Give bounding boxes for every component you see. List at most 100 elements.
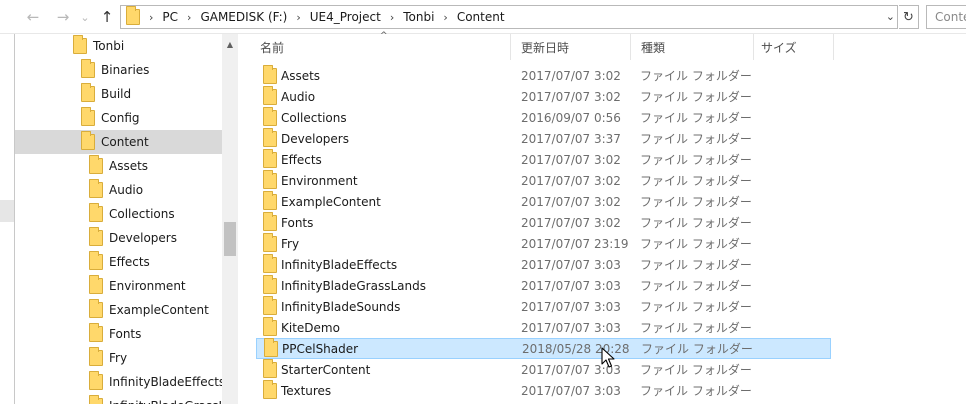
frame-edge bbox=[0, 200, 14, 222]
file-row[interactable]: Assets 2017/07/07 3:02 ファイル フォルダー bbox=[256, 64, 831, 86]
file-row[interactable]: Fonts 2017/07/07 3:02 ファイル フォルダー bbox=[256, 211, 831, 233]
folder-icon bbox=[263, 127, 277, 147]
breadcrumb-separator-icon[interactable]: › bbox=[187, 11, 191, 24]
column-headers: 名前 更新日時 種類 サイズ bbox=[244, 34, 966, 60]
tree-item-label: Fonts bbox=[109, 327, 142, 341]
tree-item[interactable]: Assets bbox=[15, 154, 223, 178]
back-button[interactable]: ← bbox=[22, 6, 44, 28]
file-name: InfinityBladeGrassLands bbox=[281, 278, 426, 293]
folder-icon bbox=[263, 169, 277, 189]
tree-item-label: Build bbox=[101, 87, 132, 101]
column-header-date[interactable]: 更新日時 bbox=[521, 34, 569, 60]
column-header-type[interactable]: 種類 bbox=[641, 34, 665, 60]
file-row[interactable]: Audio 2017/07/07 3:02 ファイル フォルダー bbox=[256, 85, 831, 107]
breadcrumb-item[interactable]: Tonbi bbox=[403, 10, 434, 24]
forward-button[interactable]: → bbox=[52, 6, 74, 28]
mouse-cursor-icon bbox=[601, 347, 615, 368]
tree-item-label: Collections bbox=[109, 207, 175, 221]
file-name: Assets bbox=[281, 68, 321, 83]
navigation-tree: Tonbi Binaries Build Config Content Assets Aud… bbox=[14, 34, 238, 404]
folder-icon bbox=[263, 295, 277, 315]
file-date: 2016/09/07 0:56 bbox=[521, 110, 621, 125]
tree-item[interactable]: Build bbox=[15, 82, 223, 106]
folder-icon bbox=[126, 6, 140, 25]
breadcrumb-separator-icon[interactable]: › bbox=[390, 11, 394, 24]
file-date: 2017/07/07 3:03 bbox=[521, 320, 621, 335]
breadcrumb-item[interactable]: UE4_Project bbox=[310, 10, 381, 24]
breadcrumb-item[interactable]: GAMEDISK (F:) bbox=[200, 10, 287, 24]
breadcrumb-separator-icon[interactable]: › bbox=[443, 11, 447, 24]
folder-icon bbox=[81, 107, 95, 126]
tree-item[interactable]: InfinityBladeEffects bbox=[15, 370, 225, 394]
tree-item[interactable]: Fonts bbox=[15, 322, 223, 346]
folder-icon bbox=[263, 274, 277, 294]
up-button[interactable]: ↑ bbox=[96, 6, 118, 28]
tree-item[interactable]: Environment bbox=[15, 274, 223, 298]
file-row[interactable]: Developers 2017/07/07 3:37 ファイル フォルダー bbox=[256, 127, 831, 149]
tree-scrollbar[interactable]: ▲ bbox=[222, 34, 238, 404]
recent-locations-button[interactable]: ⌄ bbox=[78, 6, 92, 28]
tree-item-label: Developers bbox=[109, 231, 177, 245]
file-date: 2017/07/07 3:03 bbox=[521, 383, 621, 398]
file-row[interactable]: ExampleContent 2017/07/07 3:02 ファイル フォルダー bbox=[256, 190, 831, 212]
scrollbar-thumb[interactable] bbox=[224, 222, 236, 256]
tree-item[interactable]: ExampleContent bbox=[15, 298, 223, 322]
address-bar[interactable]: › PC › GAMEDISK (F:) › UE4_Project › Tonbi › Cont… bbox=[120, 5, 898, 29]
breadcrumb-item[interactable]: PC bbox=[162, 10, 178, 24]
column-divider[interactable] bbox=[630, 34, 631, 60]
file-name: InfinityBladeEffects bbox=[281, 257, 398, 272]
column-divider[interactable] bbox=[510, 34, 511, 60]
tree-item[interactable]: Content bbox=[15, 130, 223, 154]
breadcrumb: › PC › GAMEDISK (F:) › UE4_Project › Tonbi › Cont… bbox=[140, 10, 505, 24]
search-input[interactable]: Conte bbox=[926, 5, 966, 29]
file-type: ファイル フォルダー bbox=[640, 69, 752, 83]
tree-item[interactable]: Audio bbox=[15, 178, 223, 202]
file-row[interactable]: InfinityBladeSounds 2017/07/07 3:03 ファイル フ… bbox=[256, 295, 831, 317]
file-name: InfinityBladeSounds bbox=[281, 299, 401, 314]
file-row[interactable]: Collections 2016/09/07 0:56 ファイル フォルダー bbox=[256, 106, 831, 128]
folder-icon bbox=[89, 155, 103, 174]
scroll-up-icon[interactable]: ▲ bbox=[222, 40, 238, 49]
breadcrumb-item[interactable]: Content bbox=[457, 10, 505, 24]
back-arrow-icon: ← bbox=[26, 8, 40, 26]
column-divider[interactable] bbox=[833, 34, 834, 60]
folder-icon bbox=[89, 203, 103, 222]
tree-item[interactable]: Binaries bbox=[15, 58, 223, 82]
address-dropdown-icon[interactable]: ⌄ bbox=[886, 10, 895, 23]
folder-icon bbox=[89, 347, 103, 366]
file-row[interactable]: InfinityBladeEffects 2017/07/07 3:03 ファイル … bbox=[256, 253, 831, 275]
breadcrumb-separator-icon[interactable]: › bbox=[149, 11, 153, 24]
tree-item[interactable]: Developers bbox=[15, 226, 223, 250]
tree-item[interactable]: Config bbox=[15, 106, 223, 130]
file-row[interactable]: PPCelShader 2018/05/28 20:28 ファイル フォルダー bbox=[256, 337, 831, 359]
file-row[interactable]: InfinityBladeGrassLands 2017/07/07 3:03 ファ… bbox=[256, 274, 831, 296]
file-row[interactable]: Environment 2017/07/07 3:02 ファイル フォルダー bbox=[256, 169, 831, 191]
tree-item[interactable]: InfinityBladeGrassLands bbox=[15, 394, 238, 404]
column-header-name[interactable]: 名前 bbox=[260, 34, 284, 60]
folder-icon bbox=[263, 253, 277, 273]
folder-icon bbox=[263, 106, 277, 126]
file-row[interactable]: StarterContent 2017/07/07 3:03 ファイル フォルダー bbox=[256, 358, 831, 380]
file-row[interactable]: Fry 2017/07/07 23:19 ファイル フォルダー bbox=[256, 232, 831, 254]
file-name: ExampleContent bbox=[281, 194, 381, 209]
tree-item[interactable]: Effects bbox=[15, 250, 223, 274]
file-row[interactable]: KiteDemo 2017/07/07 3:03 ファイル フォルダー bbox=[256, 316, 831, 338]
refresh-icon: ↻ bbox=[903, 9, 914, 25]
column-divider[interactable] bbox=[753, 34, 754, 60]
tree-item[interactable]: Collections bbox=[15, 202, 223, 226]
tree-item[interactable]: Fry bbox=[15, 346, 223, 370]
breadcrumb-separator-icon[interactable]: › bbox=[296, 11, 300, 24]
sort-ascending-icon: ^ bbox=[380, 31, 388, 41]
file-date: 2017/07/07 3:02 bbox=[521, 89, 621, 104]
file-type: ファイル フォルダー bbox=[640, 195, 752, 209]
tree-item-label: Effects bbox=[109, 255, 150, 269]
file-row[interactable]: Textures 2017/07/07 3:03 ファイル フォルダー bbox=[256, 379, 831, 401]
column-header-size[interactable]: サイズ bbox=[761, 34, 797, 60]
file-name: StarterContent bbox=[281, 362, 371, 377]
file-date: 2017/07/07 3:02 bbox=[521, 215, 621, 230]
tree-item[interactable]: Tonbi bbox=[15, 34, 223, 58]
file-row[interactable]: Effects 2017/07/07 3:02 ファイル フォルダー bbox=[256, 148, 831, 170]
tree-item-label: Fry bbox=[109, 351, 128, 365]
refresh-button[interactable]: ↻ bbox=[899, 5, 919, 29]
up-arrow-icon: ↑ bbox=[100, 8, 114, 26]
